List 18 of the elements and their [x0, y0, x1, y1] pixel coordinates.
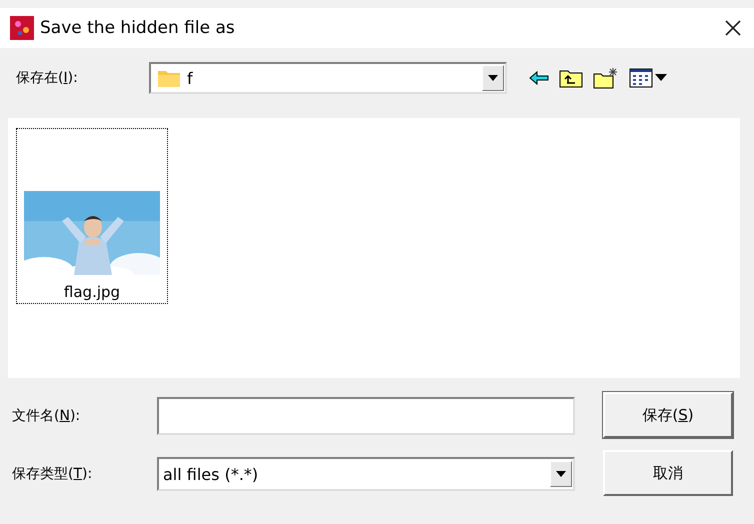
back-arrow-icon[interactable]	[529, 71, 549, 85]
view-menu-icon[interactable]	[629, 68, 669, 88]
cancel-button[interactable]: 取消	[603, 450, 733, 496]
close-icon[interactable]	[724, 19, 742, 37]
save-in-dropdown[interactable]: f	[149, 62, 507, 94]
file-name-field[interactable]	[157, 397, 575, 435]
save-in-label: 保存在(I):	[15, 69, 79, 87]
save-button[interactable]: 保存(S)	[603, 392, 733, 438]
file-name-label: 文件名(N):	[12, 407, 82, 425]
new-folder-icon[interactable]	[593, 67, 619, 89]
file-item[interactable]: flag.jpg	[16, 128, 168, 304]
window-title: Save the hidden file as	[40, 18, 236, 38]
folder-up-icon[interactable]	[559, 68, 583, 88]
save-type-label: 保存类型(T):	[12, 465, 94, 483]
file-name: flag.jpg	[64, 283, 120, 301]
app-icon	[10, 16, 34, 40]
save-type-dropdown[interactable]: all files (*.*)	[157, 457, 575, 491]
folder-icon	[157, 68, 181, 88]
